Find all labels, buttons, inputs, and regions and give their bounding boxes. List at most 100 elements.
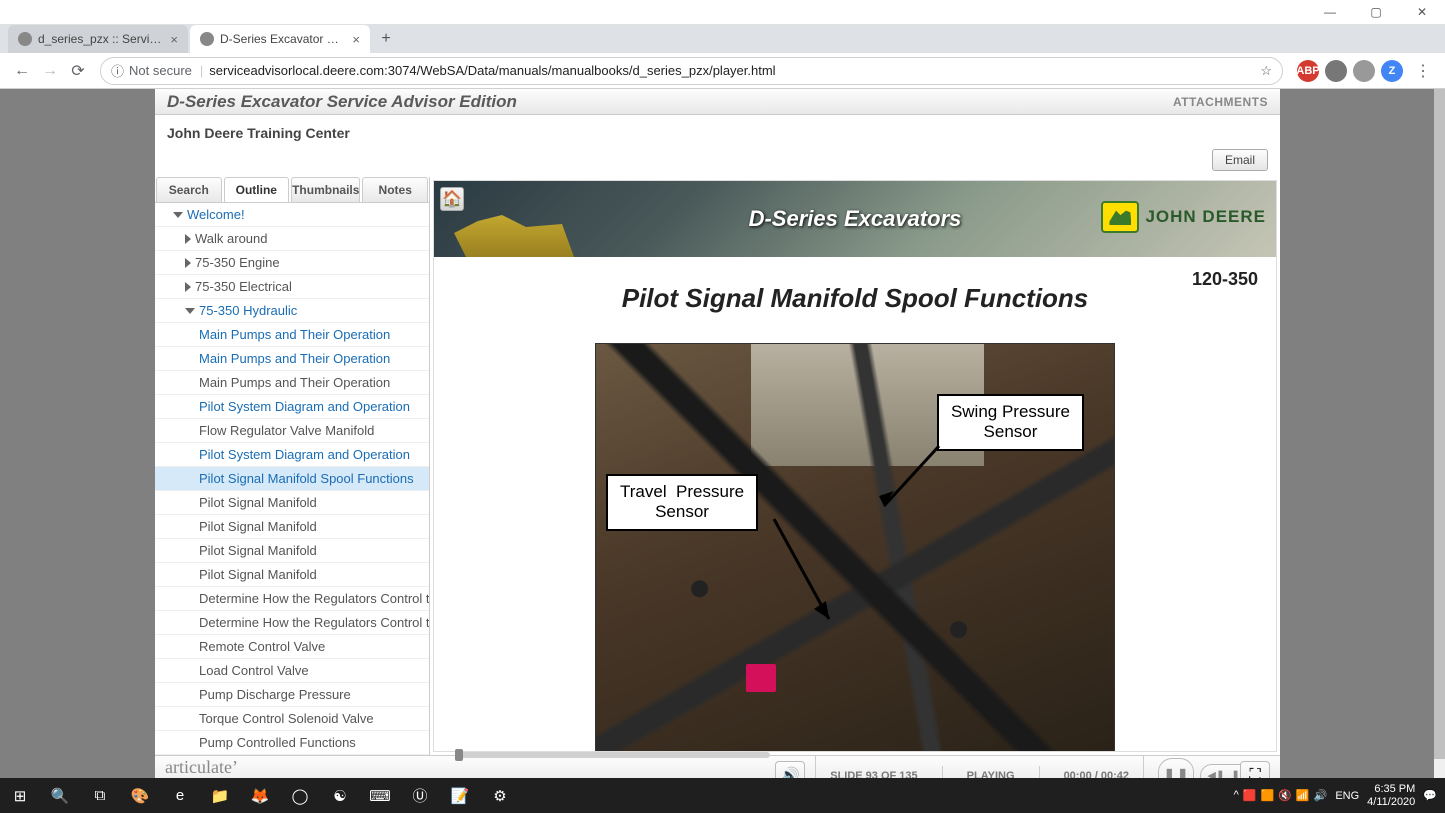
outline-item[interactable]: Pilot System Diagram and Operation: [155, 443, 429, 467]
outline-label: Flow Regulator Valve Manifold: [199, 423, 374, 438]
security-badge[interactable]: ⓘ Not secure: [111, 61, 192, 80]
fullscreen-button[interactable]: ⛶: [1240, 761, 1270, 779]
taskbar-app-icon[interactable]: ⧉: [80, 778, 120, 813]
page-scrollbar[interactable]: [1434, 89, 1445, 778]
outline-item[interactable]: Pump Discharge Pressure: [155, 683, 429, 707]
outline-item[interactable]: 75-350 Electrical: [155, 275, 429, 299]
language-indicator[interactable]: ENG: [1335, 790, 1359, 802]
outline-item[interactable]: Torque Control Solenoid Valve: [155, 707, 429, 731]
sidebar-tabs: Search Outline Thumbnails Notes: [155, 177, 429, 203]
manifold-photo: Swing PressureSensor Travel PressureSens…: [595, 343, 1115, 752]
attachments-link[interactable]: ATTACHMENTS: [1173, 95, 1268, 109]
browser-menu-button[interactable]: ⋮: [1409, 57, 1437, 85]
outline-label: Pilot Signal Manifold: [199, 567, 317, 582]
taskbar-app-icon[interactable]: ⚙: [480, 778, 520, 813]
taskbar-app-icon[interactable]: ☯: [320, 778, 360, 813]
slide-title: Pilot Signal Manifold Spool Functions: [450, 283, 1260, 314]
outline-item[interactable]: Pilot Signal Manifold: [155, 491, 429, 515]
outline-tree[interactable]: Welcome!Walk around75-350 Engine75-350 E…: [155, 203, 429, 755]
pause-button[interactable]: ❚❚: [1158, 758, 1194, 779]
outline-item[interactable]: 75-350 Hydraulic: [155, 299, 429, 323]
tab-notes[interactable]: Notes: [362, 177, 428, 202]
progress-track[interactable]: [455, 752, 770, 758]
outline-item[interactable]: Main Pumps and Their Operation: [155, 371, 429, 395]
tab-thumbnails[interactable]: Thumbnails: [291, 177, 360, 202]
taskbar-app-icon[interactable]: ⊞: [0, 778, 40, 813]
taskbar-app-icon[interactable]: e: [160, 778, 200, 813]
extension-icon[interactable]: [1325, 60, 1347, 82]
reload-button[interactable]: ⟳: [64, 57, 92, 85]
outline-label: Remote Control Valve: [199, 639, 325, 654]
taskbar-app-icon[interactable]: ⌨: [360, 778, 400, 813]
tray-icon[interactable]: 🟧: [1261, 789, 1275, 802]
clock[interactable]: 6:35 PM 4/11/2020: [1367, 783, 1415, 807]
window-maximize[interactable]: ▢: [1353, 0, 1399, 25]
step-back-icon[interactable]: ◀❚: [1207, 769, 1225, 778]
taskbar-app-icon[interactable]: 🔍: [40, 778, 80, 813]
outline-label: Main Pumps and Their Operation: [199, 351, 390, 366]
outline-item[interactable]: Main Pumps and Their Operation: [155, 347, 429, 371]
notifications-icon[interactable]: 💬: [1423, 789, 1437, 802]
bookmark-star-icon[interactable]: ☆: [1260, 63, 1272, 79]
outline-item[interactable]: Flow Regulator Valve Manifold: [155, 419, 429, 443]
brand-text: JOHN DEERE: [1145, 207, 1266, 227]
outline-item[interactable]: Load Control Valve: [155, 659, 429, 683]
slide-area: 🏠 D-Series Excavators JOHN DEERE 120-350…: [430, 177, 1280, 755]
tab-search[interactable]: Search: [156, 177, 222, 202]
outline-item[interactable]: Welcome!: [155, 203, 429, 227]
security-text: Not secure: [129, 63, 192, 78]
outline-label: Pilot System Diagram and Operation: [199, 447, 410, 462]
outline-item[interactable]: 75-350 Engine: [155, 251, 429, 275]
taskbar-app-icon[interactable]: 🦊: [240, 778, 280, 813]
outline-item[interactable]: Main Pumps and Their Operation: [155, 323, 429, 347]
extension-icon[interactable]: ABP: [1297, 60, 1319, 82]
outline-item[interactable]: Determine How the Regulators Control th: [155, 587, 429, 611]
extension-icon[interactable]: [1353, 60, 1375, 82]
window-minimize[interactable]: —: [1307, 0, 1353, 25]
taskbar-app-icon[interactable]: ◯: [280, 778, 320, 813]
outline-item[interactable]: Pilot System Diagram and Operation: [155, 395, 429, 419]
email-button[interactable]: Email: [1212, 149, 1268, 171]
close-tab-icon[interactable]: ×: [352, 32, 360, 47]
new-tab-button[interactable]: +: [372, 25, 400, 53]
tray-icon[interactable]: 📶: [1296, 789, 1310, 802]
chevron-down-icon: [185, 308, 195, 314]
chevron-down-icon: [173, 212, 183, 218]
taskbar-app-icon[interactable]: 📝: [440, 778, 480, 813]
articulate-logo: articulate’ POWERED PRESENTATION: [165, 759, 387, 778]
taskbar-apps: ⊞🔍⧉🎨e📁🦊◯☯⌨Ⓤ📝⚙: [0, 778, 520, 813]
outline-item[interactable]: Walk around: [155, 227, 429, 251]
browser-tab-0[interactable]: d_series_pzx :: Service ADVISOR™ ×: [8, 25, 188, 53]
scrollbar-thumb[interactable]: [1434, 89, 1445, 759]
home-button[interactable]: 🏠: [440, 187, 464, 211]
outline-item[interactable]: Pilot Signal Manifold: [155, 563, 429, 587]
forward-button[interactable]: →: [36, 57, 64, 85]
outline-item[interactable]: Pilot Signal Manifold: [155, 539, 429, 563]
progress-section: SLIDE 93 OF 135 PLAYING 00:00 / 00:42: [815, 756, 1144, 778]
address-bar[interactable]: ⓘ Not secure | serviceadvisorlocal.deere…: [100, 57, 1283, 85]
excavator-graphic: [454, 197, 574, 257]
tray-icon[interactable]: ^: [1234, 789, 1239, 802]
outline-item[interactable]: Pilot Signal Manifold: [155, 515, 429, 539]
window-close[interactable]: ✕: [1399, 0, 1445, 25]
tray-icon[interactable]: 🔇: [1278, 789, 1292, 802]
tab-outline[interactable]: Outline: [224, 177, 290, 202]
outline-item[interactable]: Pump Controlled Functions: [155, 731, 429, 755]
slide-counter: SLIDE 93 OF 135: [830, 770, 917, 779]
taskbar-app-icon[interactable]: 📁: [200, 778, 240, 813]
tray-icon[interactable]: 🟥: [1243, 789, 1257, 802]
play-status: PLAYING: [967, 770, 1015, 779]
back-button[interactable]: ←: [8, 57, 36, 85]
close-tab-icon[interactable]: ×: [170, 32, 178, 47]
progress-knob[interactable]: [455, 749, 463, 761]
outline-item[interactable]: Pilot Signal Manifold Spool Functions: [155, 467, 429, 491]
taskbar-app-icon[interactable]: 🎨: [120, 778, 160, 813]
outline-item[interactable]: Remote Control Valve: [155, 635, 429, 659]
volume-button[interactable]: 🔊: [775, 761, 805, 779]
browser-tab-1[interactable]: D-Series Excavator Service Advis ×: [190, 25, 370, 53]
profile-avatar-icon[interactable]: Z: [1381, 60, 1403, 82]
outline-item[interactable]: Determine How the Regulators Control th: [155, 611, 429, 635]
taskbar-app-icon[interactable]: Ⓤ: [400, 778, 440, 813]
tray-icon[interactable]: 🔊: [1314, 789, 1328, 802]
sidebar: Search Outline Thumbnails Notes Welcome!…: [155, 177, 430, 755]
